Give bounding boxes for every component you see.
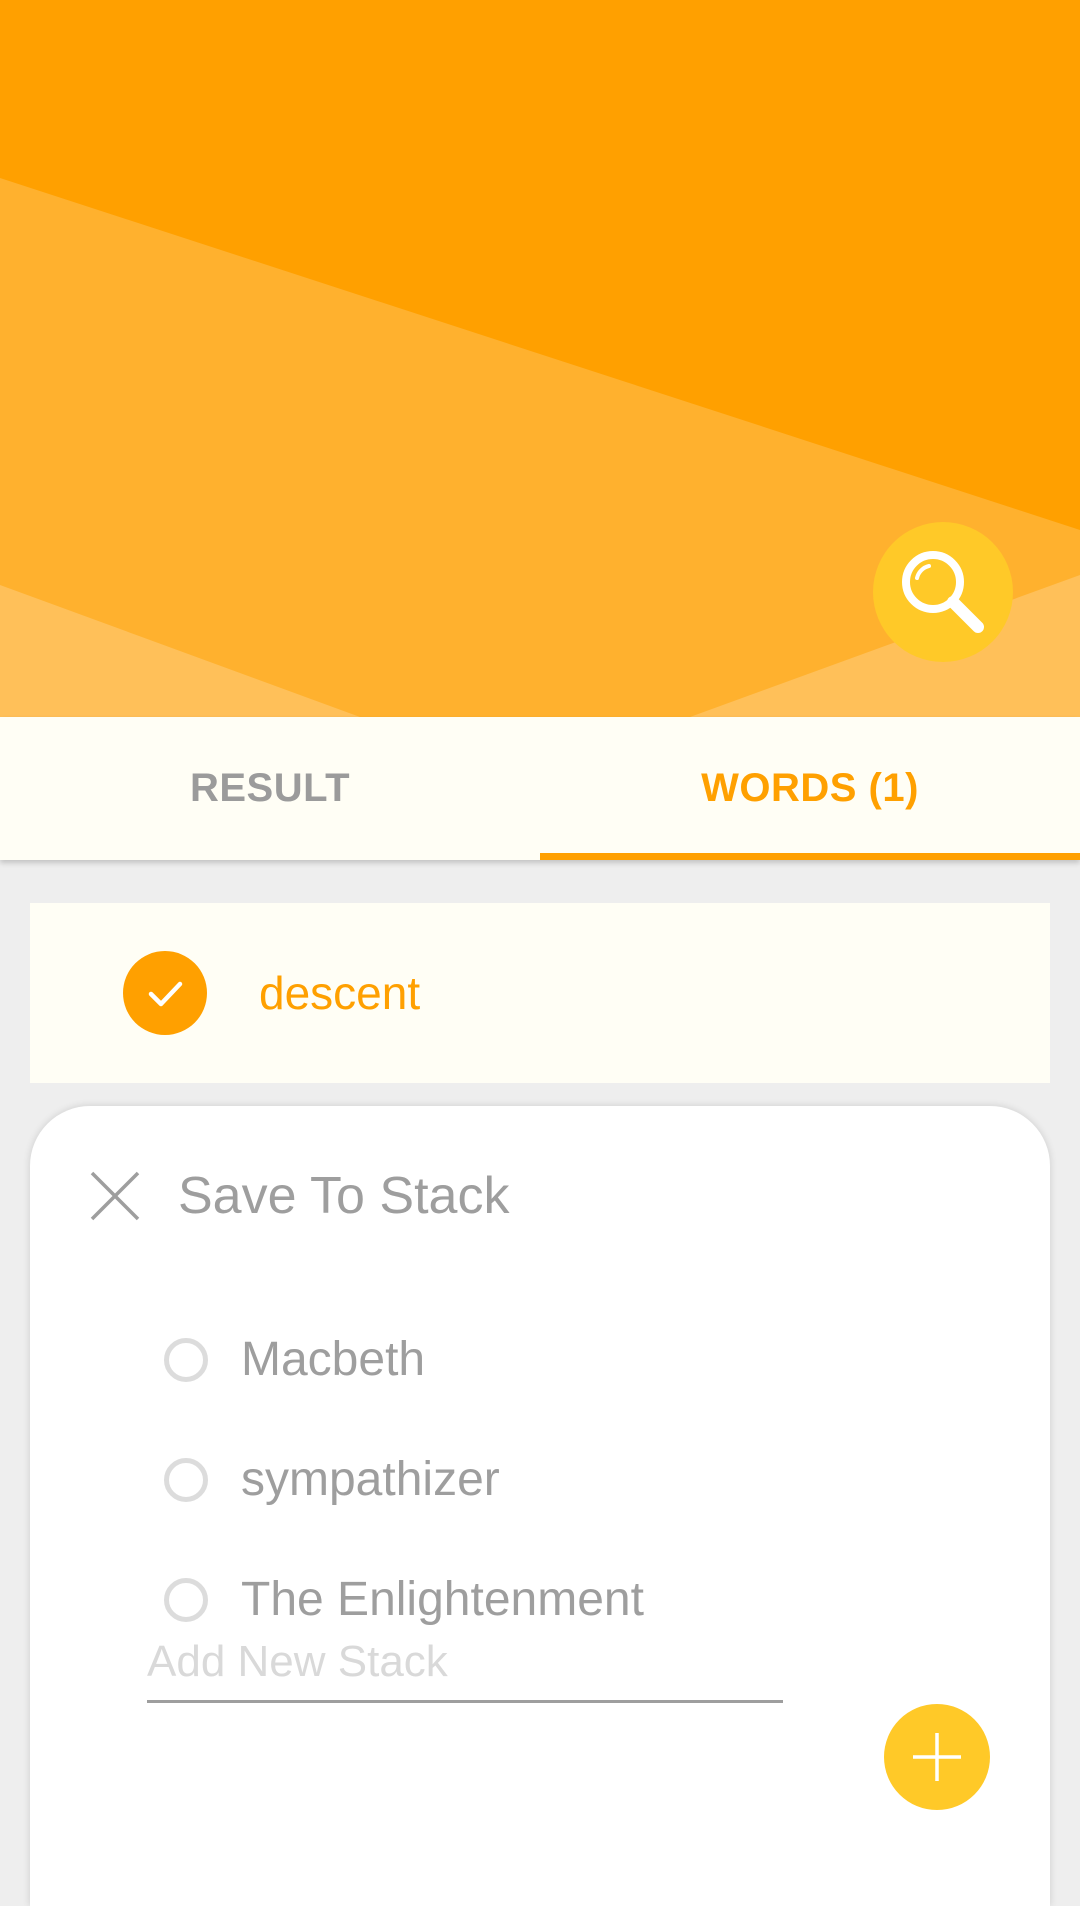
close-icon (90, 1171, 140, 1221)
tab-words-label: WORDS (1) (701, 766, 919, 810)
tab-result[interactable]: RESULT (0, 717, 540, 860)
active-tab-indicator (540, 853, 1080, 860)
stack-option-label: sympathizer (241, 1453, 500, 1506)
word-checkbox[interactable] (123, 951, 207, 1035)
word-text: descent (259, 967, 421, 1019)
new-stack-field (147, 1628, 783, 1703)
plus-icon (913, 1733, 961, 1781)
search-button[interactable] (873, 522, 1013, 662)
radio-button[interactable] (164, 1577, 208, 1622)
tab-result-label: RESULT (189, 766, 351, 810)
add-stack-button[interactable] (884, 1704, 990, 1810)
close-button[interactable] (85, 1166, 145, 1226)
radio-button[interactable] (164, 1457, 208, 1502)
stack-option-sympathizer[interactable]: sympathizer (133, 1452, 500, 1507)
stack-option-label: The Enlightenment (241, 1573, 644, 1626)
radio-button[interactable] (164, 1337, 208, 1382)
dialog-title: Save To Stack (178, 1167, 510, 1225)
header-banner (0, 0, 1080, 717)
new-stack-input[interactable] (147, 1628, 783, 1703)
stack-option-label: Macbeth (241, 1333, 426, 1386)
word-list-item[interactable]: descent (30, 903, 1050, 1083)
stack-option-macbeth[interactable]: Macbeth (133, 1332, 425, 1387)
search-icon (902, 551, 984, 633)
tab-words[interactable]: WORDS (1) (540, 717, 1080, 860)
check-icon (148, 981, 183, 1007)
stack-option-enlightenment[interactable]: The Enlightenment (133, 1572, 644, 1627)
tab-bar: RESULT WORDS (1) (0, 717, 1080, 860)
